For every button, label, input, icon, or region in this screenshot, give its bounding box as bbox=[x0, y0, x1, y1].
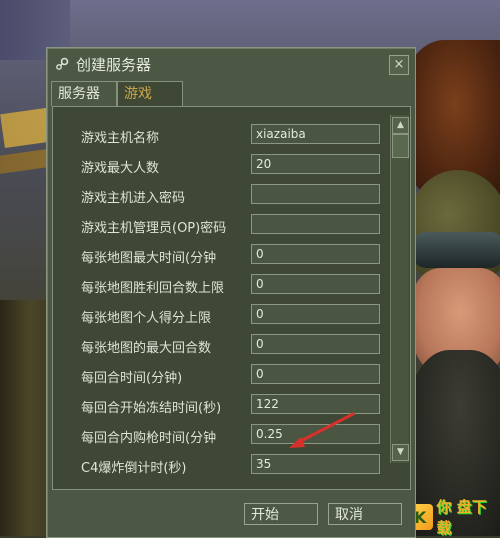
settings-row: 游戏主机管理员(OP)密码 bbox=[65, 211, 387, 241]
watermark-text: 你 盘下载 bbox=[436, 498, 487, 537]
setting-label: 游戏主机管理员(OP)密码 bbox=[81, 221, 227, 236]
steam-icon bbox=[56, 57, 69, 70]
setting-label: 游戏主机名称 bbox=[81, 131, 160, 146]
setting-input[interactable]: 0 bbox=[251, 274, 380, 294]
settings-row: 每张地图个人得分上限 0 bbox=[65, 301, 387, 331]
close-button[interactable]: × bbox=[389, 55, 409, 75]
soldier-goggles bbox=[412, 232, 500, 268]
settings-row: 每回合时间(分钟) 0 bbox=[65, 361, 387, 391]
setting-label: 每回合内购枪时间(分钟 bbox=[81, 431, 217, 446]
setting-label: 每张地图个人得分上限 bbox=[81, 311, 212, 326]
setting-label: 每回合时间(分钟) bbox=[81, 371, 183, 386]
settings-row: 每张地图胜利回合数上限 0 bbox=[65, 271, 387, 301]
setting-label: 每张地图胜利回合数上限 bbox=[81, 281, 225, 296]
settings-row: 每张地图的最大回合数 0 bbox=[65, 331, 387, 361]
settings-row: 游戏主机名称 xiazaiba bbox=[65, 121, 387, 151]
create-server-dialog: 创建服务器 × 服务器 游戏 游戏主机名称 xiazaiba 游戏最大人数 20 游戏主… bbox=[46, 47, 416, 538]
setting-input[interactable]: 0 bbox=[251, 334, 380, 354]
setting-input[interactable]: 122 bbox=[251, 394, 380, 414]
setting-input[interactable]: 0 bbox=[251, 304, 380, 324]
settings-row: 每张地图最大时间(分钟 0 bbox=[65, 241, 387, 271]
site-watermark: K 你 盘下载 bbox=[408, 498, 498, 537]
setting-input[interactable] bbox=[251, 214, 380, 234]
setting-input[interactable]: 20 bbox=[251, 154, 380, 174]
setting-label: C4爆炸倒计时(秒) bbox=[81, 461, 187, 475]
settings-row: 游戏最大人数 20 bbox=[65, 151, 387, 181]
dialog-titlebar[interactable]: 创建服务器 × bbox=[47, 48, 415, 78]
setting-label: 每回合开始冻结时间(秒) bbox=[81, 401, 222, 416]
game-settings-panel: 游戏主机名称 xiazaiba 游戏最大人数 20 游戏主机进入密码游戏主机管理员(OP… bbox=[52, 106, 411, 490]
settings-row: 游戏主机进入密码 bbox=[65, 181, 387, 211]
dialog-title: 创建服务器 bbox=[76, 56, 152, 74]
setting-label: 游戏主机进入密码 bbox=[81, 191, 186, 206]
settings-scrollbar[interactable]: ▲ ▼ bbox=[390, 115, 409, 463]
setting-label: 每张地图最大时间(分钟 bbox=[81, 251, 217, 266]
setting-input[interactable]: xiazaiba bbox=[251, 124, 380, 144]
setting-input[interactable]: 35 bbox=[251, 454, 380, 474]
cancel-button[interactable]: 取消 bbox=[328, 503, 402, 525]
scroll-thumb[interactable] bbox=[392, 134, 409, 158]
setting-label: 游戏最大人数 bbox=[81, 161, 160, 176]
tab-game[interactable]: 游戏 bbox=[117, 81, 183, 108]
tab-server[interactable]: 服务器 bbox=[51, 81, 117, 106]
start-button[interactable]: 开始 bbox=[244, 503, 318, 525]
setting-input[interactable]: 0 bbox=[251, 244, 380, 264]
scroll-down-icon[interactable]: ▼ bbox=[392, 444, 409, 461]
setting-label: 每张地图的最大回合数 bbox=[81, 341, 212, 356]
annotation-arrow-icon bbox=[289, 412, 355, 448]
setting-input[interactable] bbox=[251, 184, 380, 204]
scroll-up-icon[interactable]: ▲ bbox=[392, 117, 409, 134]
settings-row: C4爆炸倒计时(秒) 35 bbox=[65, 451, 387, 475]
setting-input[interactable]: 0 bbox=[251, 364, 380, 384]
